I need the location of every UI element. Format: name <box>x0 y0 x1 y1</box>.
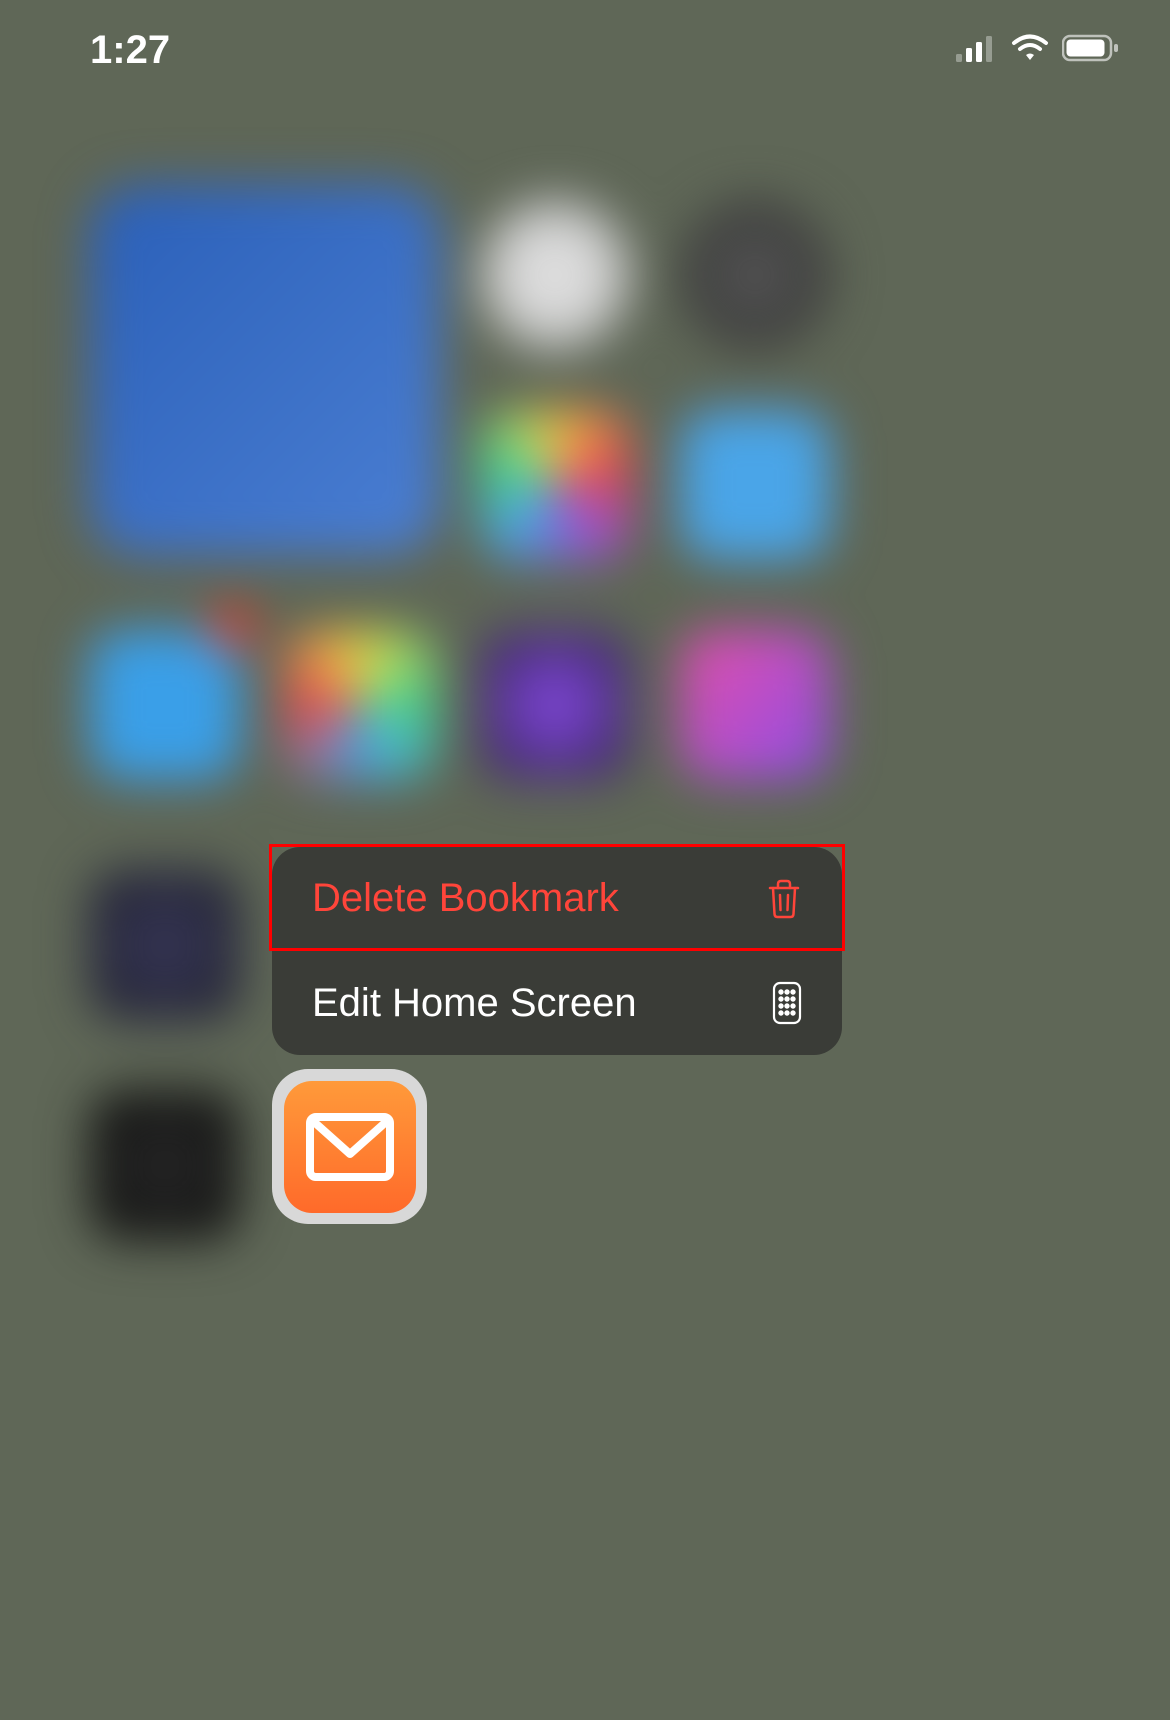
edit-home-screen-menu-item[interactable]: Edit Home Screen <box>272 951 842 1055</box>
app-icon-blurred <box>90 1090 240 1240</box>
notification-badge-blurred <box>210 605 255 650</box>
cellular-signal-icon <box>956 34 998 67</box>
status-bar: 1:27 <box>0 0 1170 100</box>
mail-app-icon-inner <box>284 1081 416 1213</box>
context-menu: Delete Bookmark Edit Home Screen <box>272 847 842 1055</box>
wifi-icon <box>1010 34 1050 67</box>
weather-widget-blurred <box>90 185 440 555</box>
app-grid-icon <box>772 981 802 1025</box>
menu-item-label: Delete Bookmark <box>312 876 619 921</box>
app-icon-blurred <box>480 200 630 350</box>
app-icon-blurred <box>480 410 630 560</box>
app-icon-blurred <box>680 630 830 780</box>
envelope-icon <box>305 1112 395 1182</box>
status-indicators <box>956 34 1120 67</box>
battery-icon <box>1062 34 1120 67</box>
app-icon-blurred <box>680 200 830 350</box>
app-icon-blurred <box>480 630 630 780</box>
app-icon-blurred <box>285 630 435 780</box>
status-time: 1:27 <box>90 28 170 73</box>
selected-bookmark-app-icon[interactable] <box>272 1069 427 1224</box>
app-icon-blurred <box>90 870 240 1020</box>
menu-item-label: Edit Home Screen <box>312 981 637 1026</box>
app-icon-blurred <box>680 410 830 560</box>
trash-icon <box>766 878 802 920</box>
app-icon-blurred <box>90 630 240 780</box>
delete-bookmark-menu-item[interactable]: Delete Bookmark <box>272 847 842 951</box>
